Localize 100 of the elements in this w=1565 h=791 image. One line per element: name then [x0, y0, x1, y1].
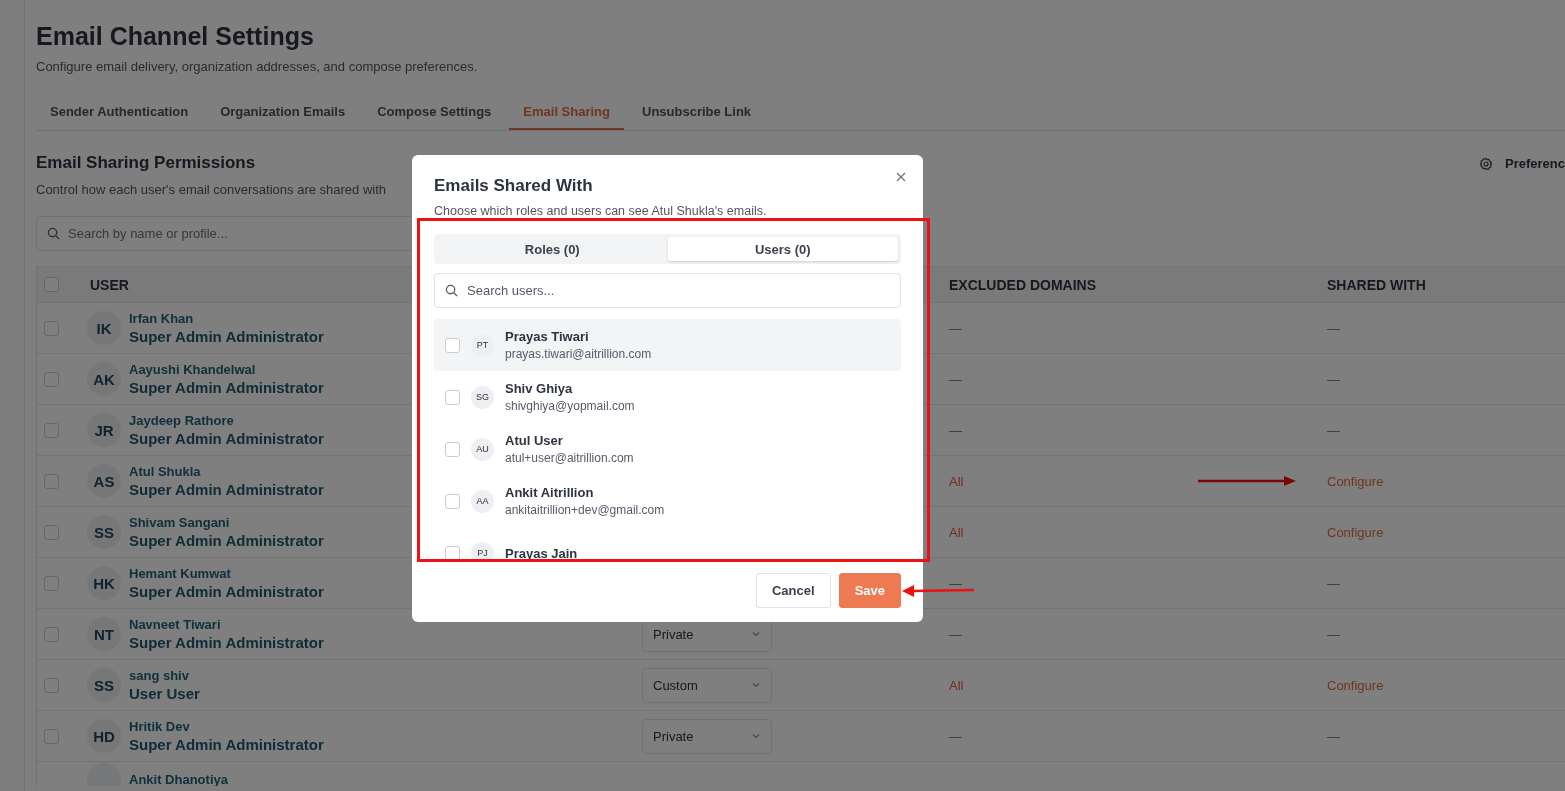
checkbox[interactable]	[445, 337, 460, 353]
checkbox[interactable]	[445, 389, 460, 405]
sharing-dropdown[interactable]: Private	[642, 718, 772, 754]
checkbox[interactable]	[445, 493, 460, 509]
user-name: Navneet Tiwari	[129, 617, 222, 632]
shared-with-value: —	[1327, 728, 1340, 744]
user-email: atul+user@aitrillion.com	[505, 451, 634, 465]
checkbox[interactable]	[44, 677, 59, 693]
checkbox[interactable]	[44, 371, 59, 387]
user-role: Super Admin Administrator	[129, 634, 324, 651]
configure-link[interactable]: Configure	[1327, 473, 1384, 489]
avatar: HK	[87, 566, 121, 600]
avatar: AA	[471, 489, 494, 513]
avatar: AU	[471, 437, 494, 461]
user-name: Atul User	[505, 433, 564, 448]
excluded-domains-value: —	[949, 626, 962, 642]
checkbox[interactable]	[44, 473, 59, 489]
shared-with-value: —	[1327, 320, 1340, 336]
avatar: NT	[87, 617, 121, 651]
user-list-item[interactable]: SG Shiv Ghiya shivghiya@yopmail.com	[434, 371, 901, 423]
user-name: Atul Shukla	[129, 464, 202, 479]
gear-icon	[1479, 156, 1493, 171]
user-list-item[interactable]: PT Prayas Tiwari prayas.tiwari@aitrillion.com	[434, 319, 901, 371]
tab[interactable]: Compose Settings	[363, 94, 506, 130]
section-subtitle: Control how each user's email conversations are shared with	[36, 182, 387, 197]
shared-with-value: —	[1327, 626, 1340, 642]
user-email: prayas.tiwari@aitrillion.com	[505, 347, 652, 361]
user-role: Super Admin Administrator	[129, 328, 324, 345]
tab[interactable]: Users (0)	[667, 237, 898, 261]
sharing-dropdown[interactable]: Custom	[642, 667, 772, 703]
excluded-domains-value: All	[949, 473, 964, 489]
section-title: Email Sharing Permissions	[36, 153, 257, 173]
checkbox[interactable]	[44, 422, 59, 438]
avatar: PJ	[471, 541, 494, 559]
tab[interactable]: Email Sharing	[509, 94, 624, 130]
excluded-domains-value: —	[949, 320, 962, 336]
avatar: PT	[471, 333, 494, 357]
excluded-domains-value: All	[949, 524, 964, 540]
modal-title: Emails Shared With	[434, 176, 594, 196]
shared-with-value: —	[1327, 575, 1340, 591]
checkbox[interactable]	[44, 728, 59, 744]
user-email: shivghiya@yopmail.com	[505, 399, 635, 413]
column-header: EXCLUDED DOMAINS	[948, 276, 1096, 293]
avatar: AS	[87, 464, 121, 498]
close-icon[interactable]	[896, 172, 906, 182]
excluded-domains-value: —	[949, 728, 962, 744]
user-role: Super Admin Administrator	[129, 430, 324, 447]
user-name: Ankit Aitrillion	[505, 485, 595, 500]
checkbox[interactable]	[44, 277, 59, 292]
user-role: Super Admin Administrator	[129, 736, 324, 753]
checkbox[interactable]	[445, 545, 460, 559]
excluded-domains-value: All	[949, 677, 964, 693]
page-subtitle: Configure email delivery, organization addresses, and compose preferences.	[36, 59, 479, 74]
avatar: SS	[87, 515, 121, 549]
user-name: Shivam Sangani	[129, 515, 231, 530]
avatar: SS	[87, 668, 121, 702]
user-role: User User	[129, 685, 200, 702]
checkbox[interactable]	[44, 524, 59, 540]
preferences-button[interactable]: Preferenc	[1479, 156, 1565, 171]
tab[interactable]: Organization Emails	[206, 94, 360, 130]
user-name: Jaydeep Rathore	[129, 413, 235, 428]
user-name: Ankit Dhanotiya	[129, 772, 228, 786]
configure-link[interactable]: Configure	[1327, 677, 1384, 693]
user-name: Irfan Khan	[129, 311, 195, 326]
avatar: IK	[87, 311, 121, 345]
avatar: HD	[87, 719, 121, 753]
column-header: SHARED WITH	[1326, 276, 1426, 293]
shared-with-value: —	[1327, 371, 1340, 387]
modal-subtitle: Choose which roles and users can see Atul Shukla's emails.	[434, 204, 768, 218]
user-name: Aayushi Khandelwal	[129, 362, 257, 377]
tab[interactable]: Sender Authentication	[36, 94, 203, 130]
column-header: USER	[89, 276, 129, 293]
checkbox[interactable]	[445, 441, 460, 457]
user-email: ankitaitrillion+dev@gmail.com	[505, 503, 665, 517]
avatar: SG	[471, 385, 494, 409]
user-role: Super Admin Administrator	[129, 532, 324, 549]
checkbox[interactable]	[44, 626, 59, 642]
tab[interactable]: Unsubscribe Link	[628, 94, 766, 130]
user-list-item[interactable]: AU Atul User atul+user@aitrillion.com	[434, 423, 901, 475]
shared-with-value: —	[1327, 422, 1340, 438]
user-name: Hritik Dev	[129, 719, 191, 734]
caret-icon	[751, 731, 761, 741]
user-role: Super Admin Administrator	[129, 379, 324, 396]
avatar: JR	[87, 413, 121, 447]
user-role: Super Admin Administrator	[129, 481, 324, 498]
checkbox[interactable]	[44, 320, 59, 336]
caret-icon	[751, 680, 761, 690]
user-name: Prayas Tiwari	[505, 329, 590, 344]
user-name: sang shiv	[129, 668, 190, 683]
excluded-domains-value: —	[949, 371, 962, 387]
cancel-button[interactable]: Cancel	[756, 573, 831, 608]
search-field[interactable]: Search users...	[434, 273, 901, 308]
page-title: Email Channel Settings	[36, 22, 315, 51]
caret-icon	[751, 629, 761, 639]
checkbox[interactable]	[44, 575, 59, 591]
user-name: Hemant Kumwat	[129, 566, 232, 581]
configure-link[interactable]: Configure	[1327, 524, 1384, 540]
user-role: Super Admin Administrator	[129, 583, 324, 600]
avatar: AK	[87, 362, 121, 396]
user-list-item[interactable]: AA Ankit Aitrillion ankitaitrillion+dev@gmail.com	[434, 475, 901, 527]
